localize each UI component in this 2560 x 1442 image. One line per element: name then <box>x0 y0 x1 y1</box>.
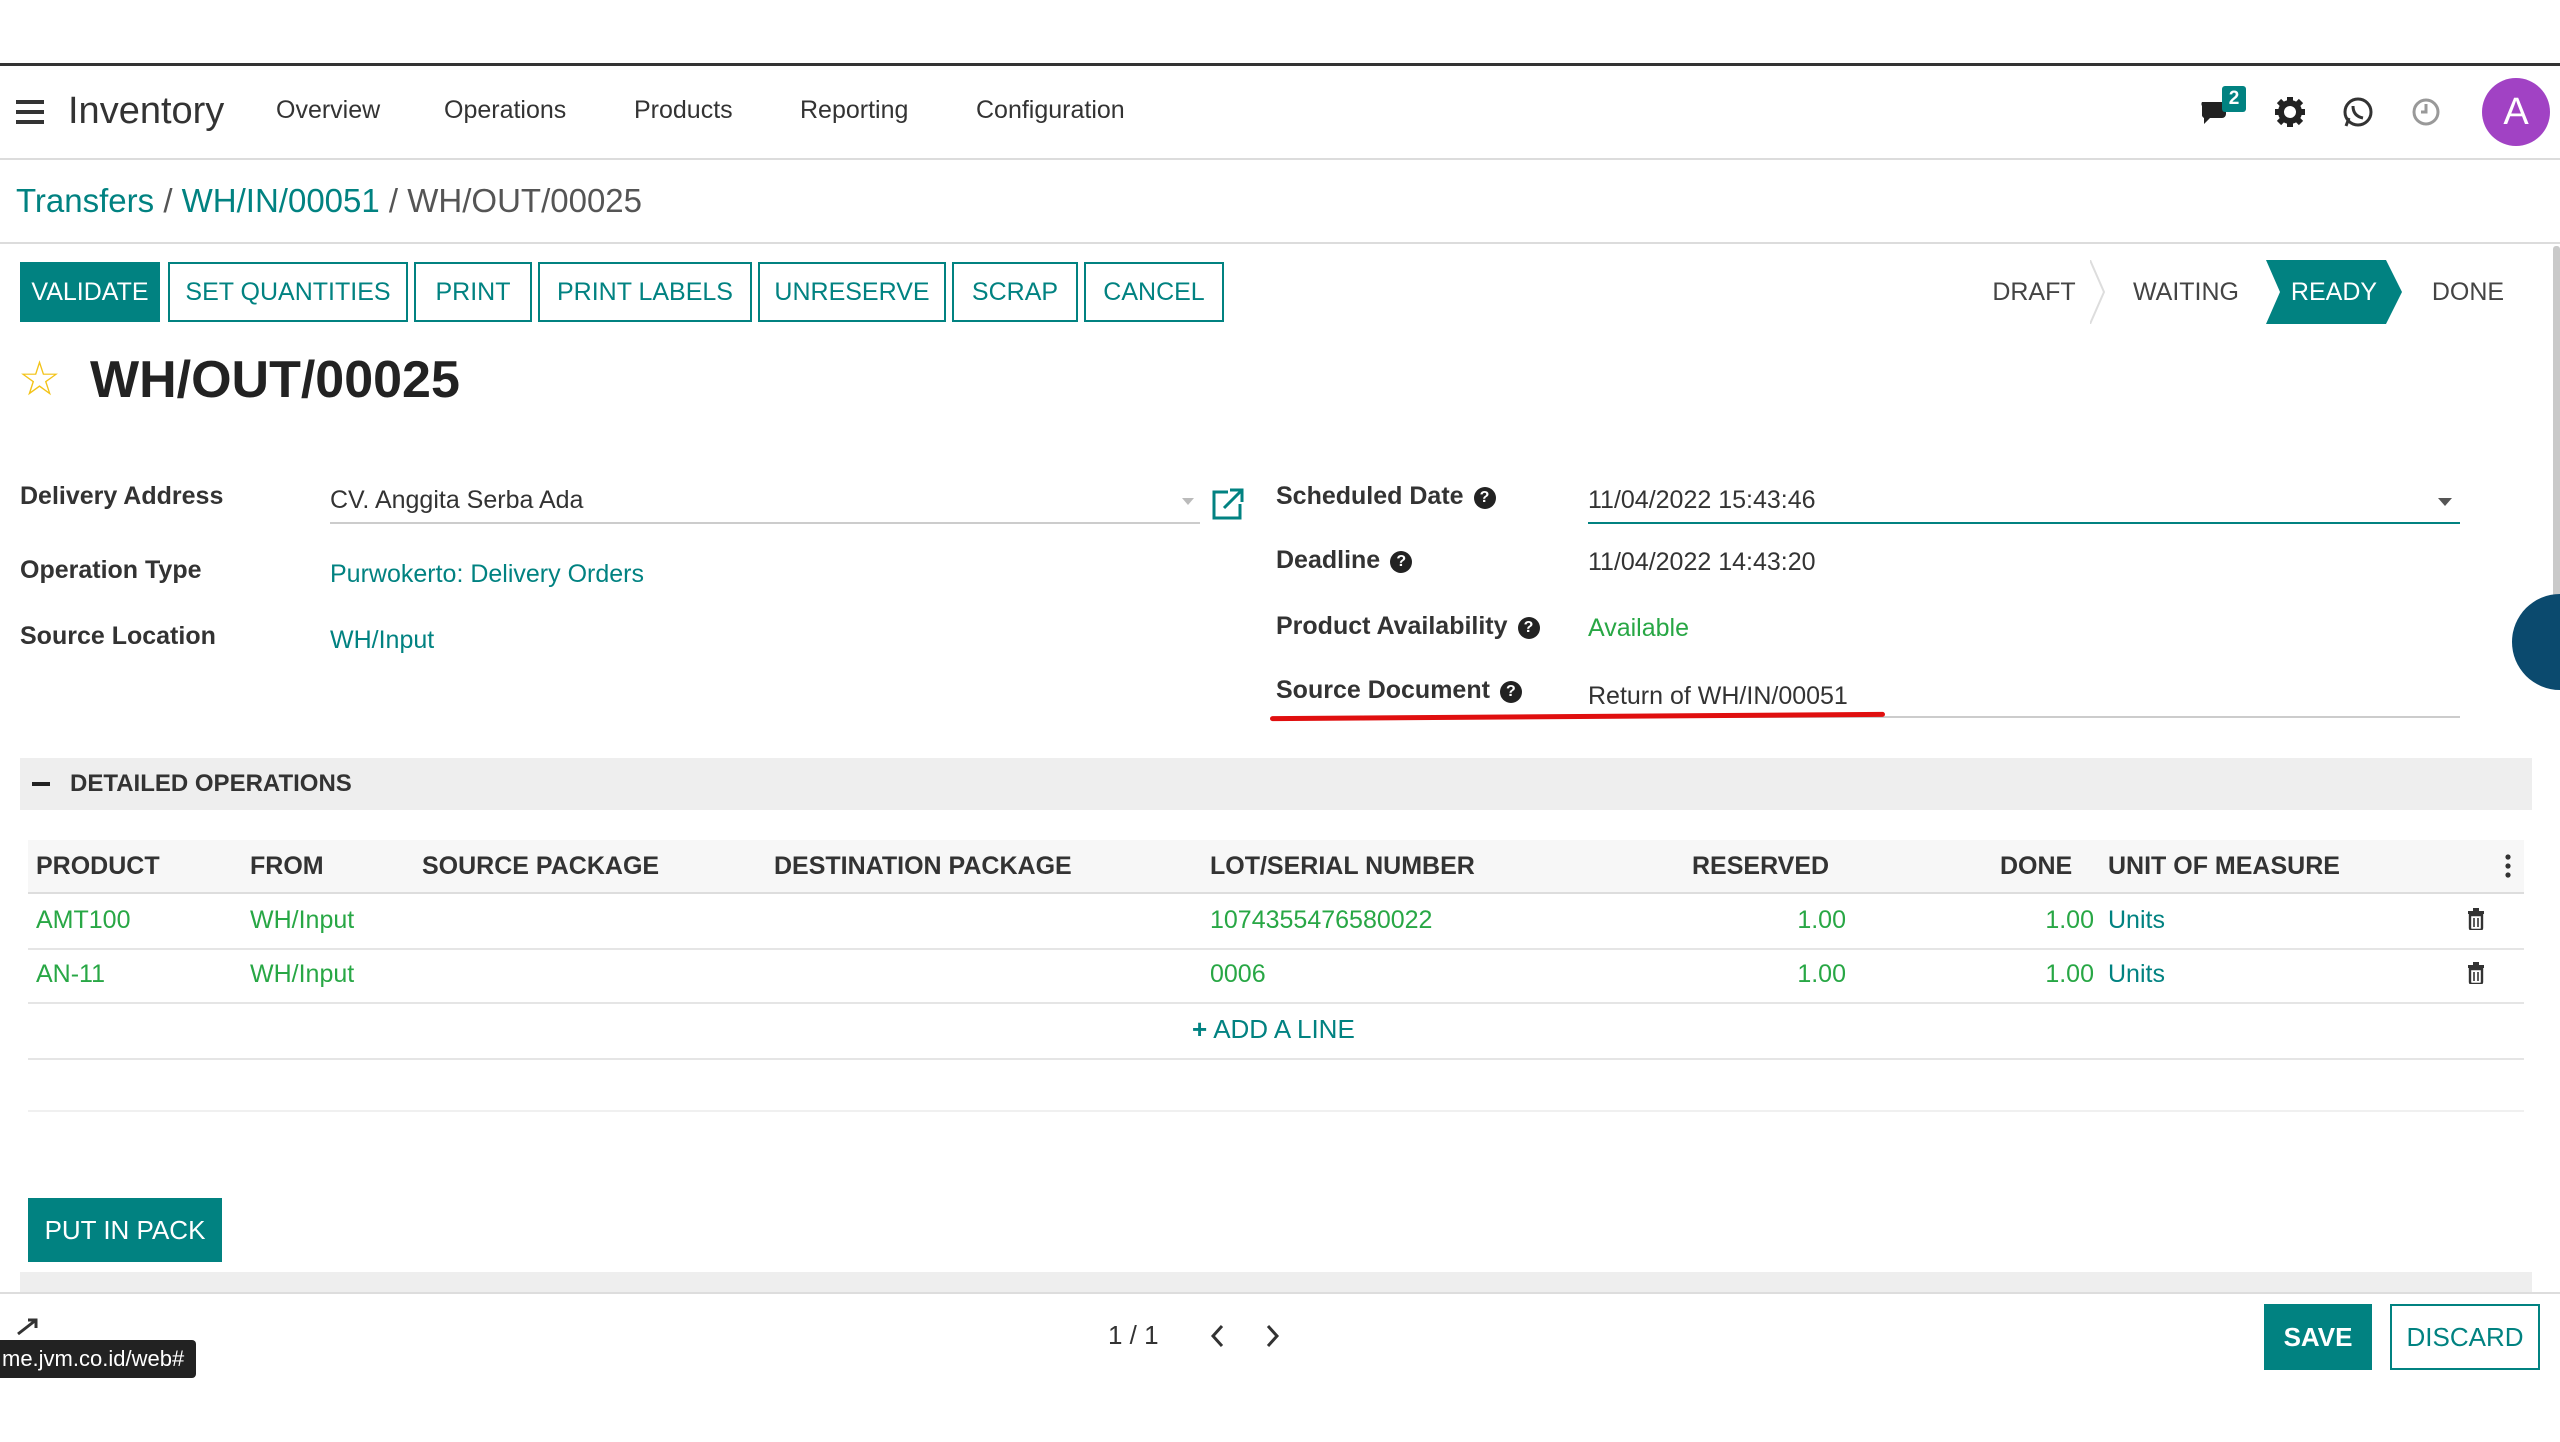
row-from[interactable]: WH/Input <box>250 906 354 935</box>
dropdown-arrow-icon[interactable] <box>1180 496 1196 508</box>
form-footer <box>0 1292 2560 1442</box>
breadcrumb-transfers[interactable]: Transfers <box>16 182 154 219</box>
product-availability-value: Available <box>1588 614 1690 642</box>
status-separator <box>2090 260 2106 324</box>
column-unit-of-measure[interactable]: UNIT OF MEASURE <box>2108 852 2340 881</box>
chevron-right-icon[interactable] <box>1262 1322 1282 1350</box>
column-reserved[interactable]: RESERVED <box>1692 852 1829 881</box>
row-done[interactable]: 1.00 <box>1974 906 2094 935</box>
detailed-operations-header[interactable]: DETAILED OPERATIONS <box>20 758 2532 810</box>
column-from[interactable]: FROM <box>250 852 324 881</box>
annotation-underline <box>1269 711 1886 722</box>
kebab-menu-icon[interactable] <box>2504 852 2512 880</box>
table-divider <box>28 1058 2524 1060</box>
operations-section-header[interactable] <box>20 1272 2532 1292</box>
column-source-package[interactable]: SOURCE PACKAGE <box>422 852 659 881</box>
delivery-address-label: Delivery Address <box>20 482 224 510</box>
help-icon[interactable]: ? <box>1517 617 1540 639</box>
column-product[interactable]: PRODUCT <box>36 852 160 881</box>
row-reserved: 1.00 <box>1797 960 1846 988</box>
column-lot-serial[interactable]: LOT/SERIAL NUMBER <box>1210 852 1475 881</box>
clock-icon[interactable] <box>2408 94 2444 130</box>
trash-icon[interactable] <box>2466 908 2486 930</box>
print-button[interactable]: PRINT <box>414 262 532 322</box>
trash-icon[interactable] <box>2466 962 2486 984</box>
whatsapp-icon[interactable] <box>2340 94 2376 130</box>
status-done[interactable]: DONE <box>2404 260 2532 324</box>
put-in-pack-button[interactable]: PUT IN PACK <box>28 1198 222 1262</box>
breadcrumb-separator: / <box>388 182 399 219</box>
plus-icon: + <box>1192 1014 1208 1044</box>
row-uom[interactable]: Units <box>2108 960 2165 989</box>
add-line-button[interactable]: + ADD A LINE <box>1192 1014 1355 1045</box>
breadcrumb-current: WH/OUT/00025 <box>407 182 643 219</box>
breadcrumb-separator: / <box>163 182 173 219</box>
scheduled-date-label: Scheduled Date? <box>1276 482 1496 511</box>
validate-button[interactable]: VALIDATE <box>20 262 160 322</box>
menu-reporting[interactable]: Reporting <box>800 96 908 125</box>
message-count-badge: 2 <box>2222 86 2246 112</box>
record-title: WH/OUT/00025 <box>90 351 460 409</box>
operation-type-label: Operation Type <box>20 556 202 584</box>
column-destination-package[interactable]: DESTINATION PACKAGE <box>774 852 1072 881</box>
print-labels-button[interactable]: PRINT LABELS <box>538 262 752 322</box>
menu-icon[interactable] <box>16 100 44 124</box>
collapse-icon[interactable] <box>32 782 50 786</box>
row-from[interactable]: WH/Input <box>250 960 354 989</box>
menu-products[interactable]: Products <box>634 96 733 125</box>
url-tooltip: me.jvm.co.id/web# <box>0 1340 197 1378</box>
menu-overview[interactable]: Overview <box>276 96 380 125</box>
delivery-address-underline <box>330 522 1200 524</box>
scheduled-date-underline <box>1588 522 2460 524</box>
scrap-button[interactable]: SCRAP <box>952 262 1078 322</box>
product-availability-label: Product Availability? <box>1276 612 1540 641</box>
help-icon[interactable]: ? <box>1390 551 1413 573</box>
save-button[interactable]: SAVE <box>2264 1304 2372 1370</box>
row-lot-serial[interactable]: 0006 <box>1210 960 1266 989</box>
column-done[interactable]: DONE <box>2000 852 2072 881</box>
source-location-label: Source Location <box>20 622 216 650</box>
pager-value[interactable]: 1 / 1 <box>1108 1320 1159 1351</box>
delivery-address-field[interactable]: CV. Anggita Serba Ada <box>330 486 583 515</box>
row-lot-serial[interactable]: 1074355476580022 <box>1210 906 1432 935</box>
row-done[interactable]: 1.00 <box>1974 960 2094 989</box>
cancel-button[interactable]: CANCEL <box>1084 262 1224 322</box>
help-icon[interactable]: ? <box>1473 487 1496 509</box>
row-uom[interactable]: Units <box>2108 906 2165 935</box>
deadline-value: 11/04/2022 14:43:20 <box>1588 548 1816 576</box>
row-reserved: 1.00 <box>1797 906 1846 934</box>
row-product[interactable]: AN-11 <box>36 960 105 989</box>
breadcrumb-receipt[interactable]: WH/IN/00051 <box>182 182 380 219</box>
app-title[interactable]: Inventory <box>68 90 224 133</box>
set-quantities-button[interactable]: SET QUANTITIES <box>168 262 408 322</box>
gear-icon[interactable] <box>2272 94 2308 130</box>
chevron-left-icon[interactable] <box>1208 1322 1228 1350</box>
table-divider <box>28 1110 2524 1112</box>
help-icon[interactable]: ? <box>1499 681 1522 703</box>
source-location-link[interactable]: WH/Input <box>330 626 434 655</box>
discard-button[interactable]: DISCARD <box>2390 1304 2540 1370</box>
source-document-field[interactable]: Return of WH/IN/00051 <box>1588 682 1848 711</box>
favorite-star-icon[interactable]: ☆ <box>18 356 61 404</box>
source-document-label: Source Document? <box>1276 676 1522 705</box>
dropdown-arrow-icon[interactable] <box>2436 496 2454 508</box>
unreserve-button[interactable]: UNRESERVE <box>758 262 946 322</box>
divider <box>0 242 2560 244</box>
scheduled-date-field[interactable]: 11/04/2022 15:43:46 <box>1588 486 1816 515</box>
user-avatar[interactable]: A <box>2482 78 2550 146</box>
breadcrumb: Transfers / WH/IN/00051 / WH/OUT/00025 <box>16 182 642 220</box>
status-ready[interactable]: READY <box>2266 260 2402 324</box>
row-product[interactable]: AMT100 <box>36 906 130 935</box>
deadline-label: Deadline? <box>1276 546 1413 575</box>
status-draft[interactable]: DRAFT <box>1966 260 2102 324</box>
external-link-icon[interactable] <box>1208 484 1248 524</box>
status-waiting[interactable]: WAITING <box>2106 260 2266 324</box>
menu-configuration[interactable]: Configuration <box>976 96 1125 125</box>
main-navbar: Inventory Overview Operations Products R… <box>0 66 2560 160</box>
chat-widget-icon[interactable] <box>2512 594 2560 690</box>
menu-operations[interactable]: Operations <box>444 96 566 125</box>
section-title: DETAILED OPERATIONS <box>70 770 352 797</box>
resize-icon <box>17 1318 38 1336</box>
operation-type-link[interactable]: Purwokerto: Delivery Orders <box>330 560 644 589</box>
